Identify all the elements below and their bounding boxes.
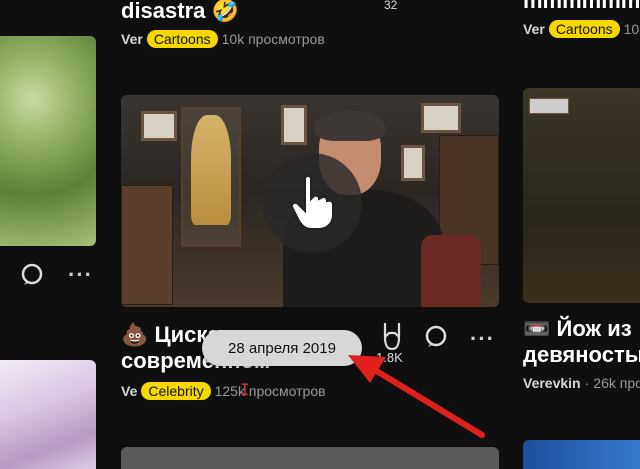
person-hair	[315, 111, 385, 141]
channel-name[interactable]: Ver	[523, 21, 545, 37]
more-options-icon[interactable]: ···	[68, 264, 93, 286]
video-meta-main: Ve Celebrity 125k просмотров	[121, 382, 326, 400]
video-title-right-line2[interactable]: девяносты	[523, 342, 640, 368]
chair	[421, 235, 481, 307]
video-thumbnail-main-bottom[interactable]	[121, 447, 499, 469]
wall-picture	[421, 103, 461, 133]
emoji-icon: 🤣	[211, 0, 239, 23]
costume-display	[191, 115, 231, 225]
views-count: 10k просмотров	[221, 31, 325, 47]
wall-picture	[281, 105, 307, 145]
video-title-right[interactable]: 📼 Йож из	[523, 316, 632, 342]
category-tag[interactable]: Cartoons	[548, 20, 620, 38]
channel-name[interactable]: Verevkin	[523, 375, 581, 391]
video-title-top-right[interactable]: mmmmmm	[523, 0, 640, 14]
video-meta-top-right: Ver Cartoons 10k	[523, 20, 640, 38]
channel-name[interactable]: Ve	[121, 383, 137, 399]
video-thumbnail-right[interactable]	[523, 88, 640, 303]
hand-pointer-icon	[262, 153, 362, 253]
category-tag[interactable]: Celebrity	[141, 382, 211, 400]
video-thumbnail-left-bottom[interactable]	[0, 360, 96, 469]
wall-picture	[401, 145, 425, 181]
views-count: 125k просмотров	[214, 383, 326, 399]
cabinet	[121, 185, 173, 305]
video-meta-right: Verevkin · 26k просм	[523, 375, 640, 391]
emoji-icon: 📼	[523, 316, 551, 341]
annotation-arrow	[348, 355, 485, 438]
emoji-icon: 💩	[121, 322, 149, 347]
views-count: 10k	[623, 21, 640, 37]
wall-picture	[529, 98, 569, 114]
channel-name[interactable]: Ver	[121, 31, 143, 47]
video-thumbnail-left[interactable]	[0, 36, 96, 246]
more-options-icon[interactable]: ···	[470, 328, 495, 350]
video-thumbnail-right-bottom[interactable]	[523, 440, 640, 469]
category-tag[interactable]: Cartoons	[146, 30, 218, 48]
views-count: 26k просм	[593, 375, 640, 391]
video-title-top[interactable]: disastra 🤣	[121, 0, 239, 24]
video-meta-top: Ver Cartoons 10k просмотров	[121, 30, 325, 48]
comment-icon[interactable]	[18, 260, 46, 288]
date-tooltip: 28 апреля 2019	[202, 330, 362, 366]
text-cursor-icon: I	[240, 380, 250, 399]
wall-picture	[141, 111, 177, 141]
count-label: 32	[384, 0, 398, 12]
